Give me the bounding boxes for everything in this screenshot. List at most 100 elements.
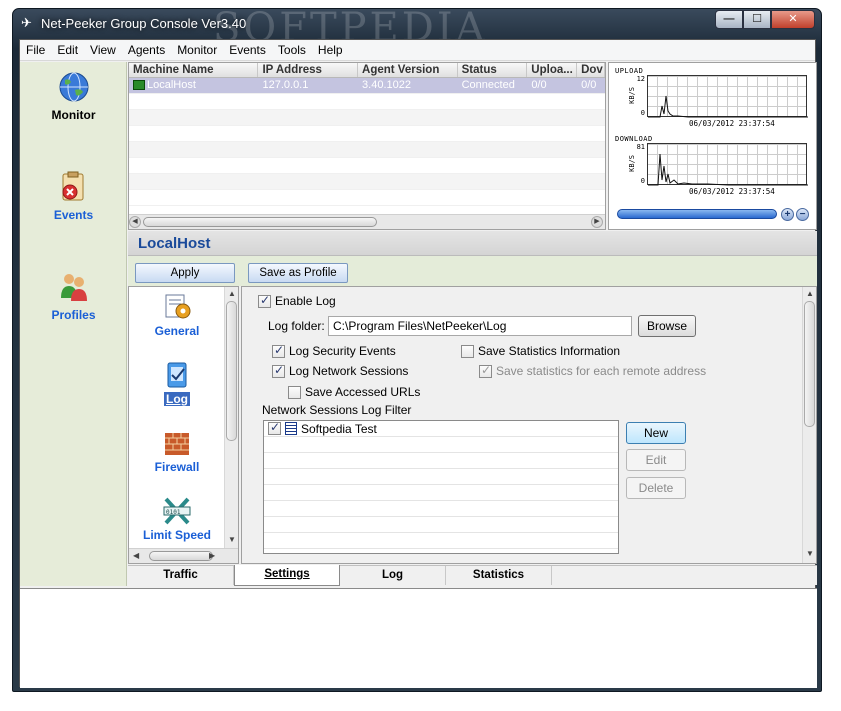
enable-log-checkbox[interactable]: Enable Log (258, 293, 336, 308)
status-cell: Connected (461, 79, 515, 91)
event-log-area[interactable] (20, 588, 817, 688)
column-agent-version[interactable]: Agent Version (358, 63, 458, 77)
download-graph-line (648, 153, 808, 186)
table-row[interactable]: LocalHost 127.0.0.1 3.40.1022 Connected … (129, 78, 605, 94)
close-button[interactable]: ✕ (771, 10, 815, 29)
scroll-right-icon[interactable]: ▶ (209, 551, 215, 560)
category-log[interactable]: Log (129, 361, 225, 406)
edit-filter-button[interactable]: Edit (626, 449, 686, 471)
column-download[interactable]: Dov (577, 63, 605, 77)
browse-button[interactable]: Browse (638, 315, 696, 337)
empty-row (129, 158, 605, 174)
menu-view[interactable]: View (84, 43, 122, 57)
scroll-left-icon[interactable]: ◀ (129, 216, 141, 228)
log-folder-label: Log folder: (268, 319, 325, 333)
version-cell: 3.40.1022 (362, 79, 411, 91)
graph-zoom-slider[interactable] (617, 209, 777, 219)
log-security-events-checkbox[interactable]: Log Security Events (272, 343, 396, 358)
menu-monitor[interactable]: Monitor (171, 43, 223, 57)
ip-cell: 127.0.0.1 (262, 79, 309, 91)
nav-item-events[interactable]: Events (20, 170, 127, 222)
menu-agents[interactable]: Agents (122, 43, 171, 57)
save-stats-remote-checkbox[interactable]: Save statistics for each remote address (479, 363, 706, 378)
empty-row (264, 469, 618, 485)
checkbox-box (272, 343, 285, 358)
column-machine-name[interactable]: Machine Name (129, 63, 259, 77)
checkbox-box[interactable] (268, 421, 281, 435)
firewall-icon (165, 433, 189, 455)
apply-button[interactable]: Apply (135, 263, 235, 283)
delete-filter-button[interactable]: Delete (626, 477, 686, 499)
log-network-sessions-checkbox[interactable]: Log Network Sessions (272, 363, 408, 378)
title-bar[interactable]: ✈ Net-Peeker Group Console Ver3.40 SOFTP… (13, 5, 821, 51)
upload-graph-min: 0 (640, 109, 645, 117)
users-icon (60, 274, 87, 301)
scroll-up-icon[interactable]: ▲ (806, 289, 814, 298)
nav-item-profiles[interactable]: Profiles (20, 270, 127, 322)
checkbox-label: Log Security Events (289, 344, 396, 358)
machine-list-header: Machine Name IP Address Agent Version St… (129, 63, 605, 78)
save-as-profile-button[interactable]: Save as Profile (248, 263, 348, 283)
column-ip-address[interactable]: IP Address (258, 63, 359, 77)
category-label-firewall: Firewall (154, 460, 200, 474)
events-icon (62, 171, 83, 201)
empty-row (129, 126, 605, 142)
machine-list: Machine Name IP Address Agent Version St… (128, 62, 606, 230)
download-cell: 0/0 (581, 79, 597, 91)
scroll-thumb[interactable] (226, 301, 237, 441)
zoom-out-icon[interactable]: − (796, 208, 809, 221)
nav-label-events: Events (53, 208, 94, 222)
scroll-thumb[interactable] (149, 551, 213, 561)
category-label-log: Log (164, 392, 190, 406)
scroll-up-icon[interactable]: ▲ (228, 289, 236, 298)
save-accessed-urls-checkbox[interactable]: Save Accessed URLs (288, 385, 420, 399)
host-header: LocalHost (128, 231, 817, 256)
log-folder-field[interactable]: C:\Program Files\NetPeeker\Log (328, 316, 632, 336)
empty-row (264, 437, 618, 453)
category-general[interactable]: General (129, 293, 225, 338)
scroll-right-icon[interactable]: ▶ (591, 216, 603, 228)
tab-settings[interactable]: Settings (234, 565, 340, 586)
general-settings-icon (165, 294, 191, 319)
scroll-down-icon[interactable]: ▼ (806, 549, 814, 558)
empty-row (129, 190, 605, 206)
panel-vscroll[interactable]: ▲ ▼ (802, 287, 816, 563)
scroll-thumb[interactable] (804, 301, 815, 427)
download-graph-max: 81 (636, 143, 645, 151)
minimize-button[interactable]: — (715, 10, 743, 29)
scroll-thumb[interactable] (143, 217, 377, 227)
nav-item-monitor[interactable]: Monitor (20, 70, 127, 122)
empty-row (264, 517, 618, 533)
scroll-down-icon[interactable]: ▼ (228, 535, 236, 544)
computer-icon (133, 80, 145, 90)
menu-events[interactable]: Events (223, 43, 272, 57)
menu-help[interactable]: Help (312, 43, 349, 57)
column-status[interactable]: Status (458, 63, 528, 77)
new-filter-button[interactable]: New (626, 422, 686, 444)
list-item[interactable]: Softpedia Test (264, 421, 618, 437)
machine-name: LocalHost (147, 79, 196, 91)
category-firewall[interactable]: Firewall (129, 429, 225, 474)
tab-log[interactable]: Log (340, 566, 446, 585)
zoom-in-icon[interactable]: + (781, 208, 794, 221)
empty-row (129, 142, 605, 158)
menu-tools[interactable]: Tools (272, 43, 312, 57)
machine-list-hscroll[interactable]: ◀ ▶ (129, 214, 605, 229)
category-limit-speed[interactable]: 0101 Limit Speed (129, 497, 225, 542)
tab-statistics[interactable]: Statistics (446, 566, 552, 585)
checkbox-box (272, 363, 285, 378)
menu-file[interactable]: File (20, 43, 51, 57)
empty-row (264, 453, 618, 469)
save-statistics-checkbox[interactable]: Save Statistics Information (461, 344, 620, 358)
tab-traffic[interactable]: Traffic (128, 566, 234, 585)
category-hscroll[interactable]: ◀ ▶ (129, 548, 238, 563)
column-upload[interactable]: Uploa... (527, 63, 578, 77)
empty-row (264, 533, 618, 549)
category-vscroll[interactable]: ▲ ▼ (224, 287, 238, 549)
maximize-button[interactable]: ☐ (743, 10, 771, 29)
left-nav: Monitor Events Profiles (20, 62, 127, 586)
menu-edit[interactable]: Edit (51, 43, 84, 57)
upload-graph-line (648, 95, 808, 118)
scroll-left-icon[interactable]: ◀ (133, 551, 139, 560)
view-tabs: Traffic Settings Log Statistics (128, 565, 817, 586)
